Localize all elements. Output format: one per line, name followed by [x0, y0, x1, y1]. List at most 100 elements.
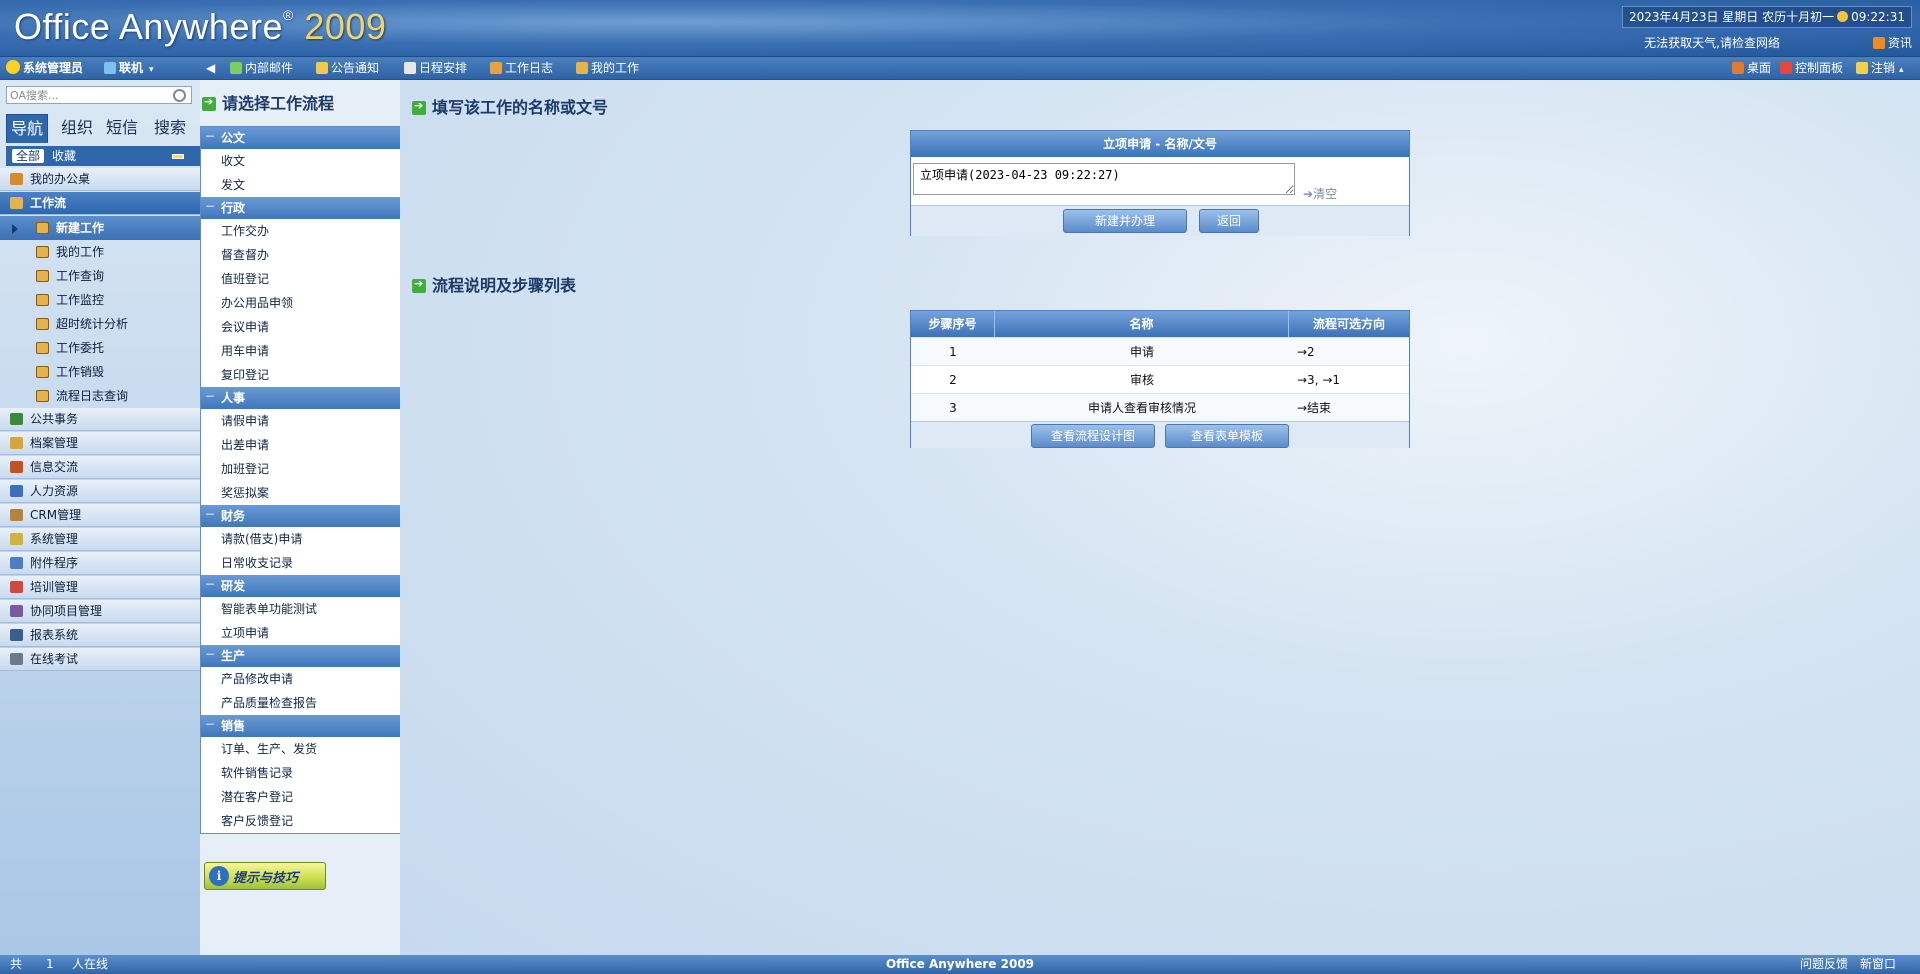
flow-category-header[interactable]: 公文 [201, 127, 401, 149]
tab-nav[interactable]: 导航 [6, 114, 48, 143]
flow-item[interactable]: 办公用品申领 [201, 291, 401, 315]
steps-button-row: 查看流程设计图 查看表单模板 [911, 421, 1409, 448]
toolbar-mywork[interactable]: 我的工作 [576, 60, 639, 76]
flow-item[interactable]: 加班登记 [201, 457, 401, 481]
flow-item[interactable]: 复印登记 [201, 363, 401, 387]
flow-item[interactable]: 软件销售记录 [201, 761, 401, 785]
sidebar-item-icon [10, 485, 23, 497]
flow-category-header[interactable]: 财务 [201, 505, 401, 527]
flow-category-header[interactable]: 销售 [201, 715, 401, 737]
sidebar-item-icon [10, 533, 23, 545]
toolbar-mail[interactable]: 内部邮件 [230, 60, 293, 76]
flow-item[interactable]: 收文 [201, 149, 401, 173]
col-step-no: 步骤序号 [911, 311, 995, 337]
date-text: 2023年4月23日 星期日 农历十月初一 [1629, 10, 1835, 24]
workflow-sub-item-3[interactable]: 工作监控 [0, 288, 200, 312]
flow-item[interactable]: 请假申请 [201, 409, 401, 433]
clock-icon [1837, 11, 1849, 22]
sidebar-item-8[interactable]: 附件程序 [0, 552, 200, 575]
workflow-sub-item-4[interactable]: 超时统计分析 [0, 312, 200, 336]
workflow-sub-item-5[interactable]: 工作委托 [0, 336, 200, 360]
sidebar-item-6[interactable]: CRM管理 [0, 504, 200, 527]
collapse-icon[interactable] [172, 154, 184, 159]
toolbar-notice[interactable]: 公告通知 [316, 60, 379, 76]
sidebar-item-5[interactable]: 人力资源 [0, 480, 200, 503]
desktop-button[interactable]: 桌面 [1732, 60, 1771, 76]
flow-item[interactable]: 智能表单功能测试 [201, 597, 401, 621]
flow-item[interactable]: 工作交办 [201, 219, 401, 243]
sidebar-item-0[interactable]: 我的办公桌 [0, 168, 200, 191]
flow-item[interactable]: 出差申请 [201, 433, 401, 457]
flow-item[interactable]: 潜在客户登记 [201, 785, 401, 809]
flow-category-header[interactable]: 行政 [201, 197, 401, 219]
step-dir-cell: →2 [1297, 345, 1315, 359]
workflow-sub-label: 流程日志查询 [56, 389, 129, 403]
sidebar-item-2[interactable]: 公共事务 [0, 408, 200, 431]
create-and-handle-button[interactable]: 新建并办理 [1063, 209, 1187, 233]
workflow-sub-label: 我的工作 [56, 245, 105, 259]
view-form-template-button[interactable]: 查看表单模板 [1165, 424, 1289, 448]
search-icon[interactable] [173, 89, 186, 102]
workflow-sub-item-7[interactable]: 流程日志查询 [0, 384, 200, 408]
sidebar-item-3[interactable]: 档案管理 [0, 432, 200, 455]
current-user[interactable]: 系统管理员 [6, 60, 83, 76]
name-section-title-text: 填写该工作的名称或文号 [432, 98, 609, 117]
tab-search[interactable]: 搜索 [150, 114, 190, 142]
flow-category-header[interactable]: 生产 [201, 645, 401, 667]
sidebar-item-11[interactable]: 报表系统 [0, 624, 200, 647]
flow-item[interactable]: 请款(借支)申请 [201, 527, 401, 551]
flow-item[interactable]: 产品修改申请 [201, 667, 401, 691]
sidebar-item-icon [10, 605, 23, 617]
logout-button[interactable]: 注销 ▴ [1856, 60, 1904, 76]
tab-org[interactable]: 组织 [60, 114, 94, 142]
view-flow-design-button[interactable]: 查看流程设计图 [1031, 424, 1155, 448]
flow-item[interactable]: 奖惩拟案 [201, 481, 401, 505]
work-name-input[interactable] [913, 163, 1295, 195]
flow-item[interactable]: 立项申请 [201, 621, 401, 645]
sidebar-item-10[interactable]: 协同项目管理 [0, 600, 200, 623]
new-window-link[interactable]: 新窗口 [1860, 955, 1896, 974]
feedback-link[interactable]: 问题反馈 [1800, 955, 1848, 974]
name-box: 立项申请 - 名称/文号 ➔清空 新建并办理 返回 [910, 130, 1410, 236]
workflow-sub-item-0[interactable]: 新建工作 [0, 216, 200, 240]
workflow-sub-item-2[interactable]: 工作查询 [0, 264, 200, 288]
sidebar-item-label: CRM管理 [30, 508, 82, 522]
sidebar-item-label: 人力资源 [30, 484, 79, 498]
back-button[interactable]: 返回 [1199, 209, 1259, 233]
flow-item[interactable]: 订单、生产、发货 [201, 737, 401, 761]
toolbar-diary[interactable]: 工作日志 [490, 60, 553, 76]
workflow-sub-item-1[interactable]: 我的工作 [0, 240, 200, 264]
step-no-cell: 3 [949, 401, 957, 415]
control-panel-button[interactable]: 控制面板 [1780, 60, 1843, 76]
workflow-icon [36, 342, 49, 354]
collapse-arrow-icon[interactable]: ◀ [206, 60, 215, 76]
col-step-name: 名称 [995, 311, 1289, 337]
flow-item[interactable]: 客户反馈登记 [201, 809, 401, 833]
sidebar-item-icon [10, 557, 23, 569]
news-link[interactable]: 资讯 [1872, 34, 1912, 51]
subtab-all[interactable]: 全部 [12, 149, 45, 163]
tab-sms[interactable]: 短信 [104, 114, 140, 142]
flow-item[interactable]: 日常收支记录 [201, 551, 401, 575]
clock-text: 09:22:31 [1851, 10, 1905, 24]
flow-item[interactable]: 督查督办 [201, 243, 401, 267]
search-input[interactable]: OA搜索... [6, 86, 192, 104]
online-status[interactable]: 联机 ▾ [104, 60, 154, 76]
flow-item[interactable]: 用车申请 [201, 339, 401, 363]
flow-category-header[interactable]: 人事 [201, 387, 401, 409]
subtab-favorites[interactable]: 收藏 [52, 149, 76, 163]
flow-item[interactable]: 产品质量检查报告 [201, 691, 401, 715]
sidebar-item-9[interactable]: 培训管理 [0, 576, 200, 599]
flow-category-header[interactable]: 研发 [201, 575, 401, 597]
sidebar-item-7[interactable]: 系统管理 [0, 528, 200, 551]
sidebar-item-4[interactable]: 信息交流 [0, 456, 200, 479]
workflow-sub-item-6[interactable]: 工作销毁 [0, 360, 200, 384]
sidebar-item-12[interactable]: 在线考试 [0, 648, 200, 671]
sidebar-item-1[interactable]: 工作流 [0, 192, 200, 215]
flow-item[interactable]: 会议申请 [201, 315, 401, 339]
flow-item[interactable]: 发文 [201, 173, 401, 197]
clear-link[interactable]: ➔清空 [1303, 185, 1337, 202]
toolbar-calendar[interactable]: 日程安排 [404, 60, 467, 76]
flow-item[interactable]: 值班登记 [201, 267, 401, 291]
tips-button[interactable]: i 提示与技巧 [204, 862, 326, 890]
